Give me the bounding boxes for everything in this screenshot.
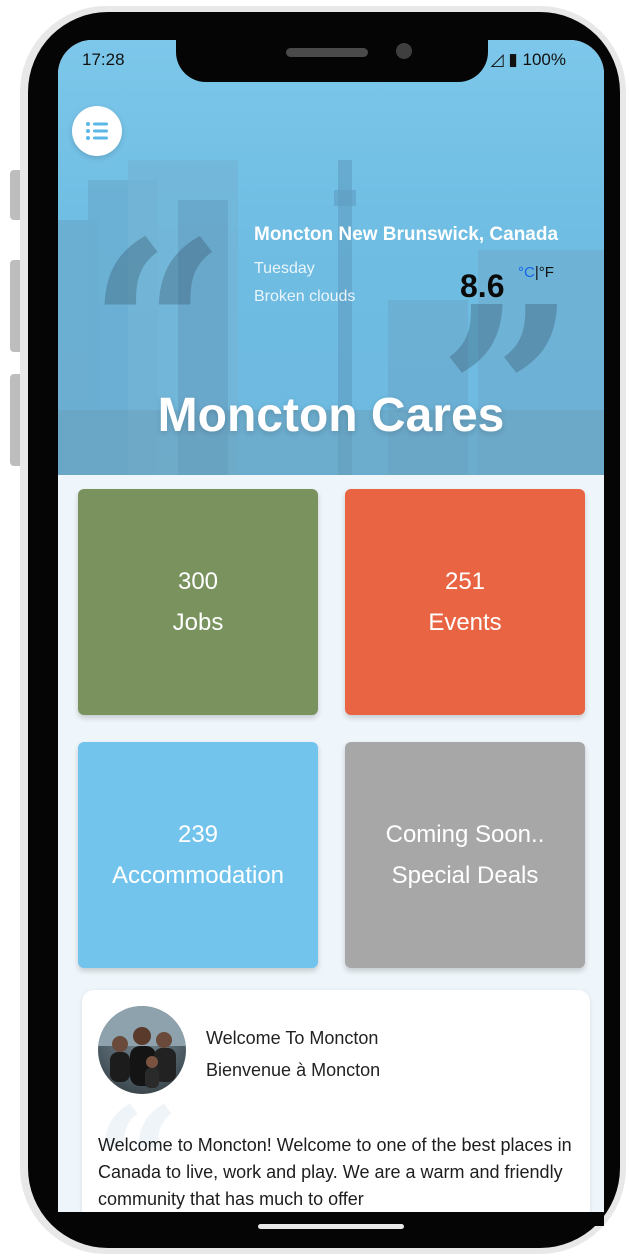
volume-up-button — [10, 260, 20, 352]
welcome-card[interactable]: Welcome To Moncton Bienvenue à Moncton “… — [82, 990, 590, 1212]
phone-side-button — [10, 170, 20, 220]
volume-down-button — [10, 374, 20, 466]
weather-temperature: 8.6 — [460, 268, 505, 304]
accommodation-label: Accommodation — [111, 862, 285, 889]
phone-notch — [176, 40, 488, 82]
menu-button[interactable] — [72, 106, 122, 156]
speaker-grille — [286, 48, 368, 57]
battery-icon: ▮ — [508, 50, 518, 69]
events-count: 251 — [444, 568, 486, 595]
app-title: Moncton Cares — [157, 389, 505, 442]
decorative-quote-close: ” — [438, 254, 577, 475]
accommodation-tile[interactable]: 239 Accommodation — [78, 742, 318, 968]
events-tile[interactable]: 251 Events — [345, 489, 585, 715]
welcome-body: Welcome to Moncton! Welcome to one of th… — [98, 1135, 572, 1209]
welcome-subtitle: Bienvenue à Moncton — [206, 1060, 381, 1080]
weather-day: Tuesday — [254, 260, 315, 277]
jobs-label: Jobs — [172, 609, 224, 636]
hero-banner: “ ” 17:28 ◿ ▮ 100% Moncton New Brunswick… — [58, 40, 604, 475]
accommodation-count: 239 — [177, 821, 219, 848]
unit-fahrenheit-toggle[interactable]: °F — [539, 264, 554, 281]
front-camera — [396, 43, 412, 59]
battery-level: 100% — [522, 50, 566, 69]
weather-location: Moncton New Brunswick, Canada — [254, 224, 559, 245]
special-deals-label: Special Deals — [391, 862, 539, 889]
special-deals-status: Coming Soon.. — [385, 821, 545, 848]
jobs-count: 300 — [177, 568, 219, 595]
app-screen: “ ” 17:28 ◿ ▮ 100% Moncton New Brunswick… — [58, 40, 604, 1212]
welcome-title: Welcome To Moncton — [206, 1028, 379, 1048]
menu-list-icon — [86, 122, 108, 140]
special-deals-tile[interactable]: Coming Soon.. Special Deals — [345, 742, 585, 968]
signal-icon: ◿ — [490, 50, 504, 69]
status-time: 17:28 — [82, 50, 125, 69]
status-indicators: ◿ ▮ 100% — [491, 50, 566, 70]
unit-celsius-toggle[interactable]: °C — [518, 264, 535, 281]
temperature-unit-toggle: °C|°F — [518, 264, 554, 281]
weather-condition: Broken clouds — [254, 288, 356, 305]
events-label: Events — [428, 609, 502, 636]
home-indicator[interactable] — [258, 1224, 404, 1229]
jobs-tile[interactable]: 300 Jobs — [78, 489, 318, 715]
